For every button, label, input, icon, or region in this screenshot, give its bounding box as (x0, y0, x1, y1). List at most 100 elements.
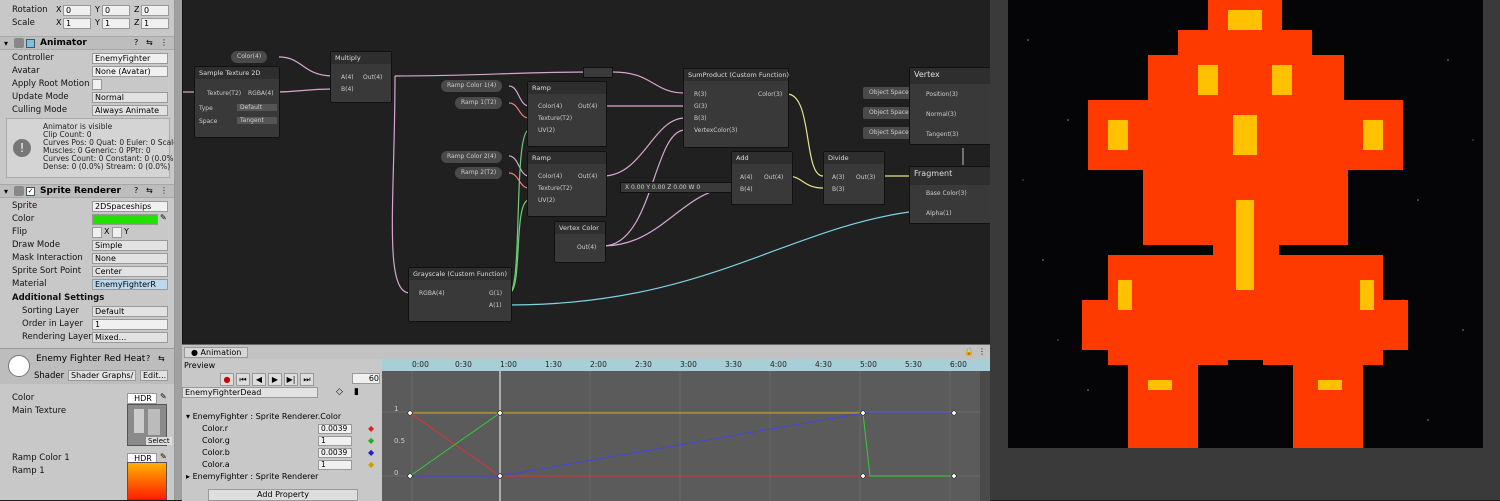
space-dropdown[interactable]: Tangent (237, 117, 277, 124)
vertex-block[interactable]: Vertex Position(3) Normal(3) Tangent(3) (909, 67, 990, 145)
select-texture-button[interactable]: Select (146, 437, 172, 445)
sample-texture-node[interactable]: Sample Texture 2D Texture(T2) RGBA(4) Ty… (194, 66, 280, 138)
color-r-value[interactable]: 0.0039 (318, 424, 352, 434)
expand-arrow-icon[interactable]: ▾ (4, 39, 8, 48)
additional-settings-foldout[interactable]: Additional Settings (12, 293, 104, 303)
avatar-field[interactable]: None (Avatar) (92, 66, 168, 77)
animator-header[interactable]: ▾ Animator ? ⇆ ⋮ (0, 36, 174, 50)
ramp-texture-slot[interactable] (127, 462, 167, 500)
flip-y-checkbox[interactable] (112, 227, 122, 238)
color-hdr-swatch[interactable]: HDR (127, 393, 157, 404)
sort-point-dropdown[interactable]: Center (92, 266, 168, 277)
add-event-icon[interactable]: ▮ (354, 387, 359, 397)
eyedropper-icon[interactable]: ✎ (160, 392, 167, 401)
redirect-node[interactable] (583, 67, 613, 78)
ramp2-pill[interactable]: Ramp 2(T2) (455, 167, 503, 179)
object-space-pill-1[interactable]: Object Space (863, 87, 915, 99)
enable-checkbox[interactable]: ✓ (26, 187, 35, 196)
property-group-color[interactable]: ▾ EnemyFighter : Sprite Renderer.Color (186, 412, 382, 424)
ramp-color1-pill[interactable]: Ramp Color 1(4) (441, 80, 503, 92)
sprite-renderer-header[interactable]: ▾ ✓ Sprite Renderer ? ⇆ ⋮ (0, 184, 174, 198)
apply-root-motion-checkbox[interactable] (92, 79, 102, 90)
multiply-node[interactable]: Multiply A(4) B(4) Out(4) (330, 51, 392, 103)
controller-field[interactable]: EnemyFighter (92, 53, 168, 64)
ramp1-pill[interactable]: Ramp 1(T2) (455, 97, 503, 109)
keyframe-diamond-icon[interactable]: ◆ (368, 424, 374, 433)
shader-graph-canvas[interactable]: Color(4) Sample Texture 2D Texture(T2) R… (182, 0, 990, 343)
rendering-layer-dropdown[interactable]: Mixed... (92, 332, 168, 343)
eyedropper-icon[interactable]: ✎ (160, 213, 167, 222)
vertex-color-node[interactable]: Vertex Color Out(4) (554, 221, 606, 263)
next-key-button[interactable]: ▶| (284, 373, 298, 386)
more-icon[interactable]: ⋮ (160, 38, 168, 47)
rotation-x-field[interactable]: 0 (63, 5, 91, 16)
add-property-button[interactable]: Add Property (208, 489, 358, 501)
rotation-z-field[interactable]: 0 (141, 5, 169, 16)
help-icon[interactable]: ? (146, 354, 150, 363)
sorting-layer-dropdown[interactable]: Default (92, 306, 168, 317)
material-field[interactable]: EnemyFighterR (92, 279, 168, 290)
rotation-y-field[interactable]: 0 (102, 5, 130, 16)
color-g-value[interactable]: 1 (318, 436, 352, 446)
add-node[interactable]: Add A(4) B(4) Out(4) (731, 151, 793, 205)
preset-icon[interactable]: ⇆ (146, 186, 153, 195)
play-button[interactable]: ▶ (268, 373, 282, 386)
keyframe-diamond-icon[interactable]: ◆ (368, 460, 374, 469)
scale-y-field[interactable]: 1 (102, 18, 130, 29)
keyframe-diamond-icon[interactable]: ◆ (368, 436, 374, 445)
mask-interaction-dropdown[interactable]: None (92, 253, 168, 264)
scale-z-field[interactable]: 1 (141, 18, 169, 29)
scene-view[interactable] (1008, 0, 1483, 448)
record-button[interactable]: ● (220, 373, 234, 386)
ramp-color2-pill[interactable]: Ramp Color 2(4) (441, 151, 503, 163)
object-space-pill-3[interactable]: Object Space (863, 127, 915, 139)
vector-input-field[interactable]: X 0.00 Y 0.00 Z 0.00 W 0 (620, 182, 732, 193)
edit-shader-button[interactable]: Edit... (140, 370, 168, 381)
animation-tab[interactable]: ● Animation (184, 347, 249, 358)
sprite-field[interactable]: 2DSpaceships (92, 201, 168, 212)
grayscale-node[interactable]: Grayscale (Custom Function) RGBA(4) G(1)… (408, 267, 512, 322)
expand-arrow-icon[interactable]: ▾ (4, 187, 8, 196)
help-icon[interactable]: ? (134, 186, 138, 195)
shader-dropdown[interactable]: Shader Graphs/ (68, 370, 136, 381)
timeline-ruler[interactable]: 0:00 0:30 1:00 1:30 2:00 2:30 3:00 3:30 … (382, 359, 990, 371)
prev-key-button[interactable]: ◀ (252, 373, 266, 386)
frame-field[interactable]: 60 (352, 373, 380, 384)
order-in-layer-field[interactable]: 1 (92, 319, 168, 330)
first-key-button[interactable]: ⏮ (236, 373, 250, 386)
curve-editor[interactable]: 0:00 0:30 1:00 1:30 2:00 2:30 3:00 3:30 … (382, 359, 990, 501)
object-space-pill-2[interactable]: Object Space (863, 107, 915, 119)
ramp-node-1[interactable]: Ramp Color(4) Texture(T2) UV(2) Out(4) (527, 81, 607, 147)
more-icon[interactable]: ⋮ (978, 347, 986, 356)
eyedropper-icon[interactable]: ✎ (160, 452, 167, 461)
preview-toggle[interactable]: Preview (182, 359, 218, 372)
last-key-button[interactable]: ⏭ (300, 373, 314, 386)
color-swatch[interactable] (92, 214, 158, 225)
property-group-2[interactable]: ▸ EnemyFighter : Sprite Renderer (186, 472, 382, 484)
clip-dropdown[interactable]: EnemyFighterDead (182, 387, 318, 398)
splitter[interactable] (175, 0, 182, 500)
type-dropdown[interactable]: Default (237, 104, 277, 111)
color-b-value[interactable]: 0.0039 (318, 448, 352, 458)
more-icon[interactable]: ⋮ (160, 186, 168, 195)
main-texture-slot[interactable]: Select (127, 404, 172, 446)
keyframe-diamond-icon[interactable]: ◆ (368, 448, 374, 457)
material-header[interactable]: Enemy Fighter Red Heat ? ⇆ Shader Shader… (0, 348, 174, 384)
add-keyframe-icon[interactable]: ◇ (336, 387, 343, 397)
divide-node[interactable]: Divide A(3) B(3) Out(3) (823, 151, 885, 205)
lock-icon[interactable]: 🔒 (964, 347, 974, 356)
preset-icon[interactable]: ⇆ (158, 354, 165, 363)
color-property-pill[interactable]: Color(4) (231, 51, 268, 63)
draw-mode-dropdown[interactable]: Simple (92, 240, 168, 251)
update-mode-dropdown[interactable]: Normal (92, 92, 168, 103)
enable-checkbox[interactable] (26, 39, 35, 48)
ramp-node-2[interactable]: Ramp Color(4) Texture(T2) UV(2) Out(4) (527, 151, 607, 217)
preset-icon[interactable]: ⇆ (146, 38, 153, 47)
flip-x-checkbox[interactable] (92, 227, 102, 238)
color-a-value[interactable]: 1 (318, 460, 352, 470)
help-icon[interactable]: ? (134, 38, 138, 47)
fragment-block[interactable]: Fragment Base Color(3) Alpha(1) (909, 166, 990, 224)
culling-mode-dropdown[interactable]: Always Animate (92, 105, 168, 116)
sumproduct-node[interactable]: SumProduct (Custom Function) R(3) G(3) B… (683, 68, 789, 148)
vertical-scrollbar[interactable] (980, 371, 990, 501)
